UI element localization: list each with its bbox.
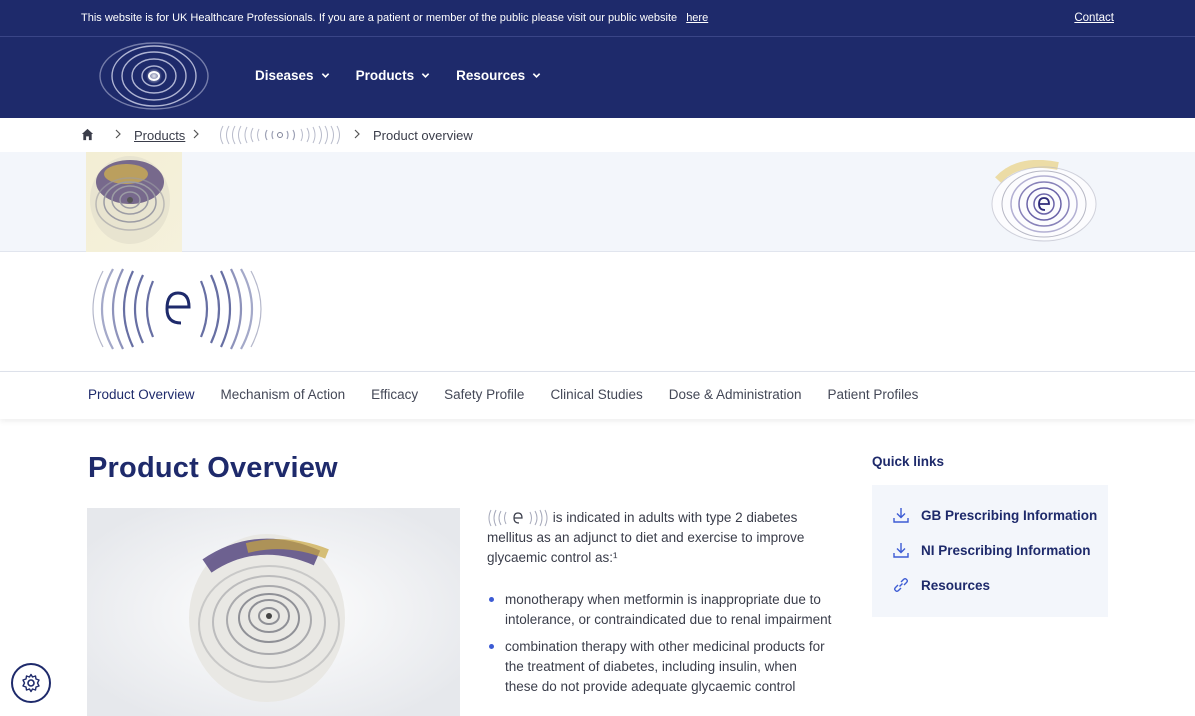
chevron-right-icon bbox=[115, 129, 121, 139]
resources-label: Resources bbox=[921, 577, 991, 593]
top-notice-bar: This website is for UK Healthcare Profes… bbox=[0, 0, 1195, 37]
product-hero-image bbox=[87, 508, 460, 716]
product-tabs: Product Overview Mechanism of Action Eff… bbox=[0, 371, 1195, 419]
breadcrumb-products[interactable]: Products bbox=[134, 128, 185, 143]
breadcrumb: Products Product overview bbox=[0, 118, 1195, 152]
nav-diseases[interactable]: Diseases bbox=[255, 68, 330, 83]
tab-patient-profiles[interactable]: Patient Profiles bbox=[828, 387, 919, 402]
brand-wordmark-image bbox=[92, 268, 262, 350]
chevron-right-icon bbox=[193, 129, 199, 139]
tab-safety-profile[interactable]: Safety Profile bbox=[444, 387, 524, 402]
cookie-settings-button[interactable] bbox=[11, 663, 51, 703]
site-header: Diseases Products Resources bbox=[0, 37, 1195, 118]
list-item: combination therapy with other medicinal… bbox=[487, 637, 832, 697]
nav-diseases-label: Diseases bbox=[255, 68, 314, 83]
quick-links-panel: GB Prescribing Information NI Prescribin… bbox=[872, 485, 1108, 617]
resources-link[interactable]: Resources bbox=[892, 576, 990, 594]
download-icon bbox=[893, 543, 909, 558]
breadcrumb-product-logo[interactable] bbox=[215, 123, 345, 147]
chevron-down-icon bbox=[532, 73, 541, 78]
home-icon[interactable] bbox=[81, 128, 94, 141]
tab-clinical-studies[interactable]: Clinical Studies bbox=[550, 387, 642, 402]
contact-link[interactable]: Contact bbox=[1074, 12, 1114, 24]
nav-resources[interactable]: Resources bbox=[456, 68, 541, 83]
e-ring-graphic bbox=[991, 160, 1097, 242]
tab-dose-administration[interactable]: Dose & Administration bbox=[669, 387, 802, 402]
nav-products-label: Products bbox=[355, 68, 415, 83]
link-icon bbox=[893, 577, 909, 593]
chevron-down-icon bbox=[421, 73, 430, 78]
inline-product-logo bbox=[488, 510, 548, 527]
ni-prescribing-information-label: NI Prescribing Information bbox=[921, 542, 1091, 558]
chevron-down-icon bbox=[321, 73, 329, 78]
tab-mechanism-of-action[interactable]: Mechanism of Action bbox=[221, 387, 346, 402]
brand-logo[interactable] bbox=[88, 42, 220, 110]
public-website-link[interactable]: here bbox=[686, 12, 708, 24]
tab-product-overview[interactable]: Product Overview bbox=[88, 387, 195, 402]
gb-prescribing-information-link[interactable]: GB Prescribing Information bbox=[892, 506, 1097, 524]
gear-icon bbox=[22, 673, 40, 693]
list-item: monotherapy when metformin is inappropri… bbox=[487, 590, 832, 630]
nav-products[interactable]: Products bbox=[356, 68, 431, 83]
indication-list: monotherapy when metformin is inappropri… bbox=[487, 590, 832, 704]
breadcrumb-current: Product overview bbox=[373, 128, 473, 143]
nav-resources-label: Resources bbox=[456, 68, 526, 83]
page-title: Product Overview bbox=[88, 452, 338, 484]
hcp-notice-text: This website is for UK Healthcare Profes… bbox=[81, 12, 678, 24]
tab-efficacy[interactable]: Efficacy bbox=[371, 387, 418, 402]
chevron-right-icon bbox=[354, 129, 360, 139]
ni-prescribing-information-link[interactable]: NI Prescribing Information bbox=[892, 541, 1091, 559]
quick-links-title: Quick links bbox=[872, 454, 945, 469]
main-nav: Diseases Products Resources bbox=[255, 68, 541, 83]
download-icon bbox=[893, 508, 909, 523]
product-pack-image bbox=[86, 152, 182, 252]
gb-prescribing-information-label: GB Prescribing Information bbox=[921, 507, 1098, 523]
hcp-notice: This website is for UK Healthcare Profes… bbox=[81, 12, 708, 24]
product-indication: is indicated in adults with type 2 diabe… bbox=[487, 508, 832, 568]
product-banner bbox=[0, 152, 1195, 252]
